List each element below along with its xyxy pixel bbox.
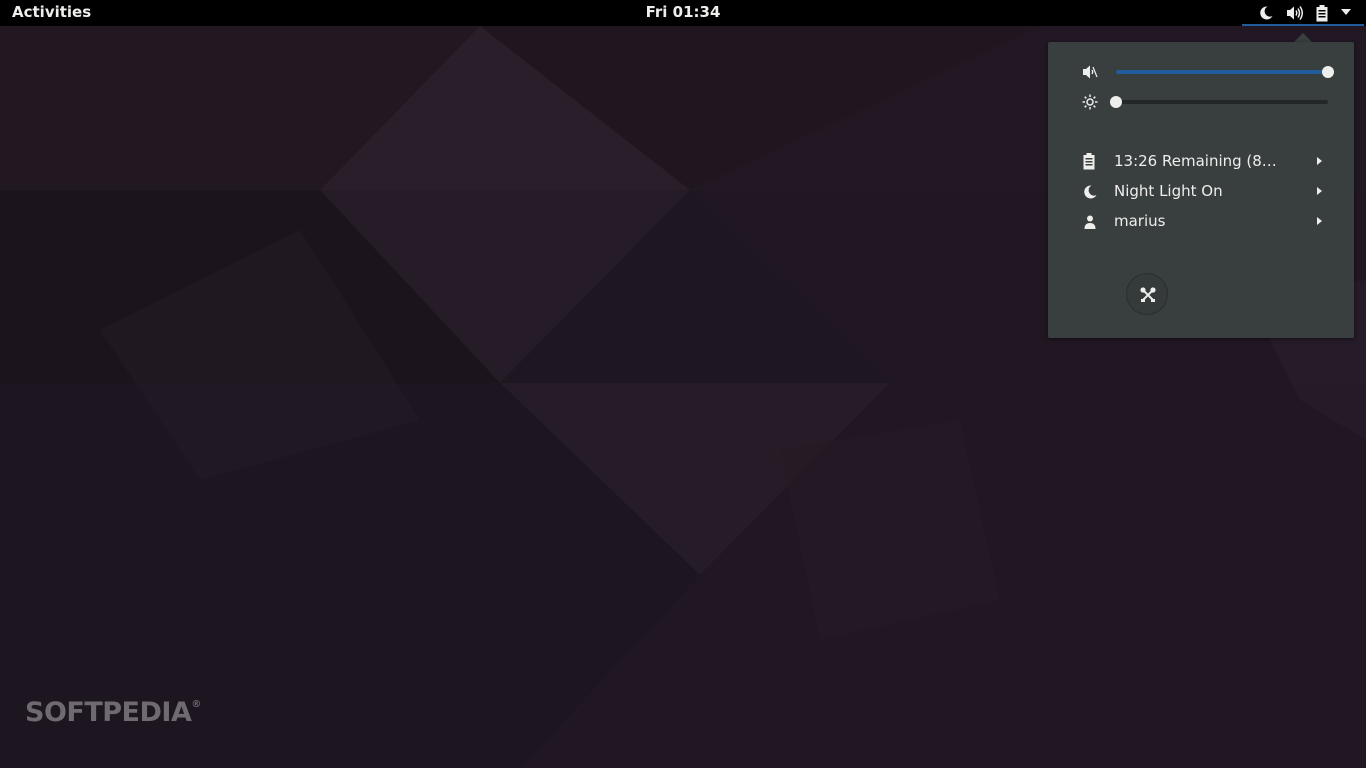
registered-mark-icon: ® [191, 699, 201, 710]
battery-icon [1316, 5, 1328, 22]
volume-slider-handle[interactable] [1322, 66, 1334, 78]
night-light-icon [1260, 6, 1273, 20]
volume-low-icon [1083, 65, 1098, 79]
softpedia-watermark: SOFTPEDIA® [25, 697, 201, 728]
battery-status-label: 13:26 Remaining (8… [1114, 152, 1277, 170]
brightness-slider[interactable] [1110, 96, 1328, 108]
dropdown-arrow-icon [1341, 9, 1351, 15]
desktop: Activities Fri 01:34 13:26 Remaining (8…… [0, 0, 1366, 768]
night-light-label: Night Light On [1114, 182, 1223, 200]
clock-button[interactable]: Fri 01:34 [583, 0, 783, 26]
night-light-icon [1084, 185, 1097, 199]
system-menu: 13:26 Remaining (8… Night Light On mariu… [1048, 42, 1354, 338]
top-bar: Activities Fri 01:34 [0, 0, 1366, 26]
active-indicator [1242, 24, 1364, 26]
volume-icon [1287, 6, 1303, 20]
night-light-menu-item[interactable]: Night Light On [1048, 176, 1354, 206]
system-status-area[interactable] [1242, 0, 1364, 26]
battery-menu-item[interactable]: 13:26 Remaining (8… [1048, 146, 1354, 176]
battery-icon [1083, 153, 1095, 170]
user-menu-item[interactable]: marius [1048, 206, 1354, 236]
watermark-text: SOFTPEDIA [25, 697, 192, 728]
brightness-slider-handle[interactable] [1110, 96, 1122, 108]
user-icon [1084, 215, 1096, 229]
volume-slider[interactable] [1116, 66, 1334, 78]
settings-icon [1140, 287, 1156, 302]
submenu-arrow-icon [1317, 187, 1322, 195]
brightness-icon [1082, 94, 1098, 110]
activities-button[interactable]: Activities [12, 0, 91, 26]
submenu-arrow-icon [1317, 217, 1322, 225]
volume-slider-fill [1116, 70, 1328, 74]
settings-button[interactable] [1126, 273, 1168, 315]
submenu-arrow-icon [1317, 157, 1322, 165]
user-name-label: marius [1114, 212, 1166, 230]
